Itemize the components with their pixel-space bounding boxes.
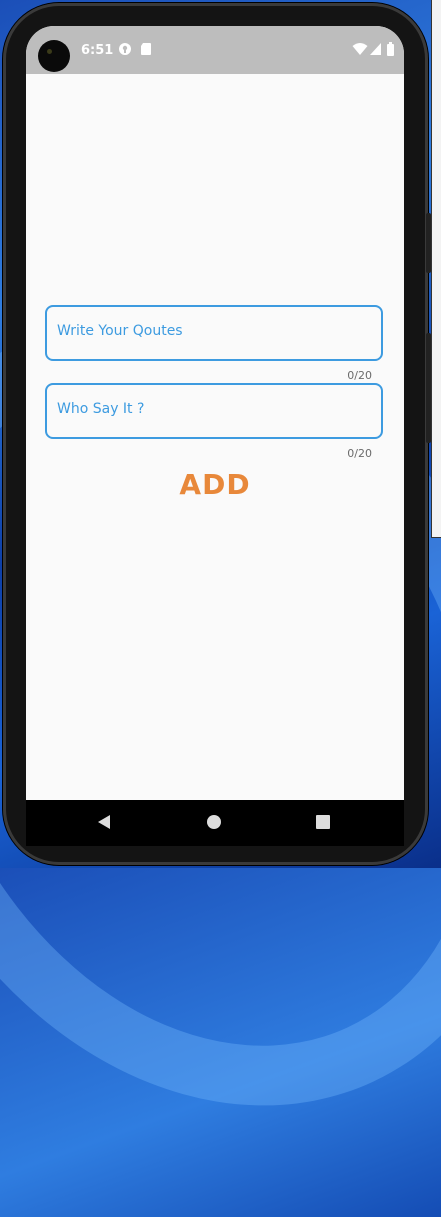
quote-input-placeholder: Write Your Qoutes bbox=[57, 323, 183, 339]
add-quote-form: Write Your Qoutes 0/20 Who Say It ? 0/20… bbox=[26, 74, 404, 800]
cellular-signal-icon bbox=[370, 43, 381, 55]
wifi-icon bbox=[352, 43, 368, 55]
add-button[interactable]: ADD bbox=[26, 468, 404, 501]
status-bar: 6:51 bbox=[26, 26, 404, 74]
author-char-counter: 0/20 bbox=[347, 447, 372, 460]
battery-icon bbox=[387, 42, 394, 56]
phone-screen: 6:51 Write Your Qoutes 0/20 Who Say It ?… bbox=[26, 26, 404, 800]
home-icon[interactable] bbox=[207, 815, 221, 829]
location-pin-icon bbox=[119, 43, 131, 55]
recents-icon[interactable] bbox=[316, 815, 330, 829]
status-time: 6:51 bbox=[81, 43, 114, 58]
back-icon[interactable] bbox=[98, 815, 110, 829]
sim-card-icon bbox=[141, 43, 151, 55]
volume-button bbox=[426, 213, 431, 273]
background-window-edge bbox=[431, 0, 441, 538]
quote-char-counter: 0/20 bbox=[347, 369, 372, 382]
author-input[interactable]: Who Say It ? bbox=[45, 383, 383, 439]
author-input-placeholder: Who Say It ? bbox=[57, 401, 145, 417]
quote-input[interactable]: Write Your Qoutes bbox=[45, 305, 383, 361]
navigation-bar bbox=[26, 800, 404, 846]
power-button bbox=[426, 333, 431, 443]
front-camera bbox=[38, 40, 70, 72]
